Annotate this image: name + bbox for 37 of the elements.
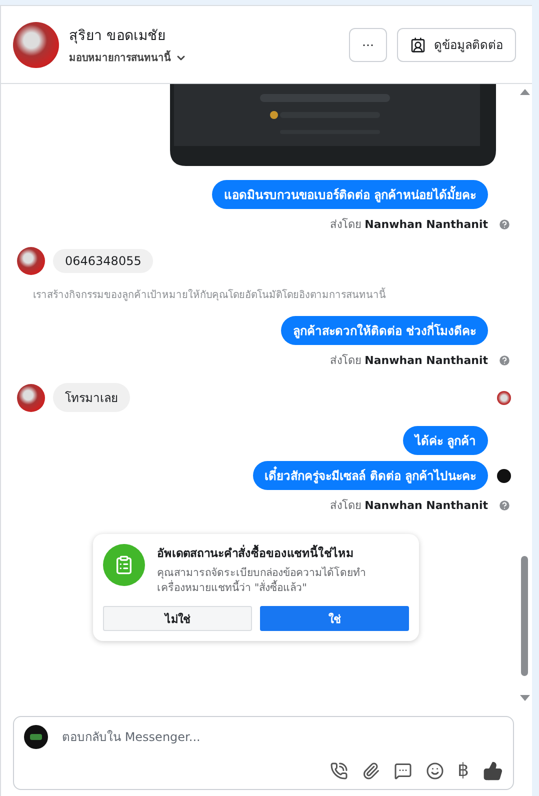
help-icon[interactable] <box>498 354 510 366</box>
sent-message: เดี๋ยวสักครู่จะมีเซลล์ ติดต่อ ลูกค้าไปนะคะ <box>252 461 488 490</box>
sent-by-label: ส่งโดย Nanwhan Nanthanit <box>330 498 488 514</box>
contact-avatar <box>13 22 59 68</box>
sent-message: ลูกค้าสะดวกให้ติดต่อ ช่วงกี่โมงดีคะ <box>280 316 488 345</box>
help-icon[interactable] <box>498 498 510 512</box>
system-notice: เราสร้างกิจกรรมของลูกค้าเป้าหมายให้กับคุณโดยอัตโนมัติโดยอิงตามการสนทนานี้ <box>17 287 512 302</box>
prompt-text: คุณสามารถจัดระเบียบกล่องข้อความได้โดยทำเครื่องหมายแชทนี้ว่า "สั่งซื้อแล้ว" <box>157 566 367 596</box>
contact-name: สุริยา ขอดเมชัย <box>69 27 166 46</box>
chat-icon[interactable] <box>394 762 412 780</box>
sent-by-label: ส่งโดย Nanwhan Nanthanit <box>330 217 488 233</box>
scrollbar-thumb[interactable] <box>521 556 528 676</box>
scroll-up-icon[interactable] <box>520 88 530 96</box>
like-icon[interactable] <box>483 760 503 780</box>
currency-button[interactable]: ฿ <box>458 760 469 781</box>
no-button[interactable]: ไม่ใช่ <box>103 606 252 632</box>
contact-avatar <box>17 247 45 275</box>
sent-message: แอดมินรบกวนขอเบอร์ติดต่อ ลูกค้าหน่อยได้มั้ยคะ <box>212 180 488 209</box>
more-button[interactable]: ⋯ <box>349 28 387 62</box>
page-avatar <box>24 725 48 749</box>
assign-dropdown[interactable]: มอบหมายการสนทนานี้ <box>69 50 339 65</box>
prompt-title: อัพเดตสถานะคำสั่งซื้อของแชทนี้ใช่ไหม <box>157 544 355 562</box>
scroll-down-icon[interactable] <box>520 694 530 702</box>
order-icon <box>103 544 145 586</box>
sent-by-label: ส่งโดย Nanwhan Nanthanit <box>330 353 488 369</box>
emoji-icon[interactable] <box>426 762 444 780</box>
contact-card-icon <box>410 36 426 52</box>
received-message: 0646348055 <box>53 249 154 273</box>
sent-message: ได้ค่ะ ลูกค้า <box>402 426 488 455</box>
received-message: โทรมาเลย <box>53 383 130 412</box>
reply-field[interactable]: ตอบกลับใน Messenger... ฿ <box>13 716 514 790</box>
view-contact-button[interactable]: ดูข้อมูลติดต่อ <box>397 28 516 62</box>
contact-avatar <box>17 384 45 412</box>
help-icon[interactable] <box>498 218 510 230</box>
attach-icon[interactable] <box>362 762 380 780</box>
call-icon[interactable] <box>330 762 348 780</box>
yes-button[interactable]: ใช่ <box>260 606 409 632</box>
